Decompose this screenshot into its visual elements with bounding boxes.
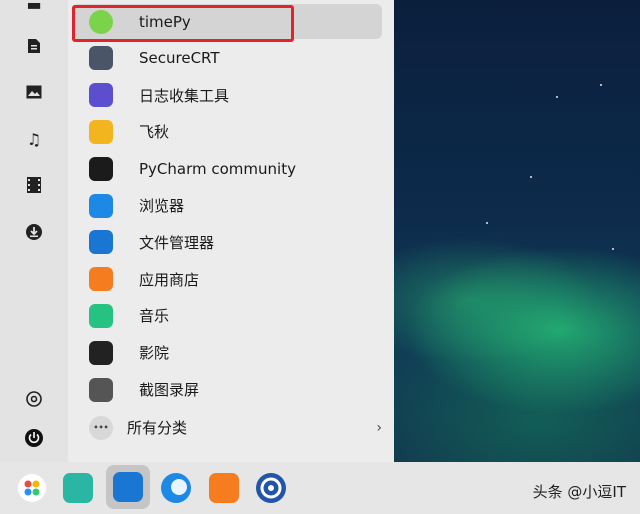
app-item[interactable]: PyCharm community <box>72 151 382 186</box>
file-manager-taskbar-icon[interactable] <box>106 465 150 509</box>
app-item[interactable]: 文件管理器 <box>72 225 382 260</box>
download-icon[interactable] <box>24 222 44 242</box>
app-store-icon <box>89 267 113 292</box>
star <box>530 176 532 178</box>
multitask-view-icon[interactable] <box>60 470 96 506</box>
all-categories-button[interactable]: ••• 所有分类 › <box>72 410 382 445</box>
computer-icon[interactable]: ▬ <box>24 0 44 14</box>
app-item[interactable]: 截图录屏 <box>72 372 382 407</box>
app-item[interactable]: 音乐 <box>72 298 382 333</box>
star <box>486 222 488 224</box>
log-collector-icon <box>89 83 113 108</box>
taskbar: 头条 @小逗IT <box>0 462 640 514</box>
app-item[interactable]: 飞秋 <box>72 114 382 149</box>
app-list: timePy SecureCRT 日志收集工具 飞秋 PyCharm community… <box>68 0 394 462</box>
star <box>556 96 558 98</box>
app-label: 应用商店 <box>139 270 200 289</box>
app-label: 影院 <box>139 344 170 363</box>
control-center-icon[interactable] <box>253 470 289 506</box>
app-item[interactable]: 浏览器 <box>72 188 382 223</box>
launcher-side-rail: ▬ ♫ <box>0 0 68 462</box>
app-item[interactable]: SecureCRT <box>72 41 382 76</box>
screenshot-icon <box>89 377 113 402</box>
launcher-panel: ▬ ♫ timePy SecureCRT 日志收集工具 飞秋 PyCharm commu… <box>0 0 394 462</box>
power-icon[interactable] <box>24 428 44 448</box>
app-label: SecureCRT <box>139 49 220 68</box>
all-categories-label: 所有分类 <box>127 419 188 437</box>
settings-icon[interactable] <box>24 389 44 409</box>
music-app-icon <box>89 303 113 328</box>
pycharm-icon <box>89 156 113 181</box>
image-icon[interactable] <box>24 82 44 102</box>
chevron-right-icon: › <box>376 419 382 436</box>
app-label: 文件管理器 <box>139 233 215 252</box>
app-store-taskbar-icon[interactable] <box>206 470 242 506</box>
video-icon[interactable] <box>24 175 44 195</box>
star <box>612 248 614 250</box>
app-item[interactable]: 日志收集工具 <box>72 78 382 113</box>
app-item[interactable]: 影院 <box>72 335 382 370</box>
app-item[interactable]: 应用商店 <box>72 262 382 297</box>
browser-taskbar-icon[interactable] <box>158 470 194 506</box>
music-icon[interactable]: ♫ <box>24 129 44 149</box>
app-label: 音乐 <box>139 307 170 326</box>
selection-highlight <box>72 5 294 42</box>
feiq-icon <box>89 119 113 144</box>
app-label: 日志收集工具 <box>139 86 230 105</box>
app-label: 浏览器 <box>139 197 185 215</box>
movie-icon <box>89 340 113 365</box>
app-label: PyCharm community <box>139 159 296 178</box>
watermark: 头条 @小逗IT <box>532 483 626 501</box>
app-label: 截图录屏 <box>139 381 200 399</box>
launcher-icon[interactable] <box>14 470 50 506</box>
more-icon: ••• <box>89 415 113 440</box>
securecrt-icon <box>89 46 113 71</box>
star <box>600 84 602 86</box>
app-label: 飞秋 <box>139 123 170 142</box>
document-icon[interactable] <box>24 36 44 56</box>
browser-icon <box>89 193 113 218</box>
file-manager-icon <box>89 230 113 255</box>
